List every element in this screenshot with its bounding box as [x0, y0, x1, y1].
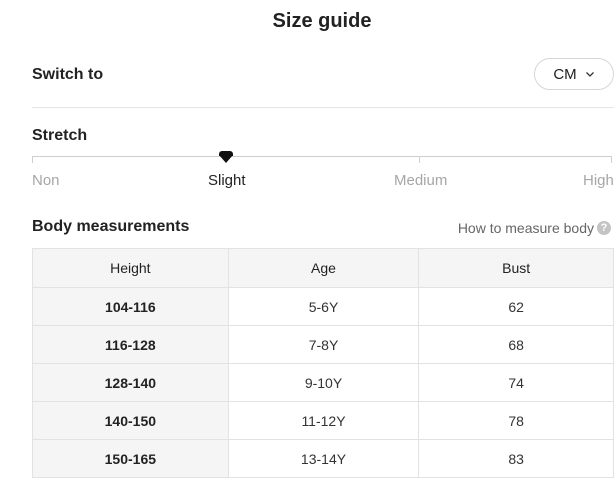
table-row: 140-150 11-12Y 78: [32, 401, 614, 440]
height-cell: 128-140: [32, 363, 229, 402]
unit-dropdown[interactable]: CM: [534, 58, 614, 90]
bust-cell: 74: [418, 363, 614, 402]
stretch-marker-pointer: [219, 155, 233, 163]
size-guide-panel: Size guide Switch to CM Stretch Non Slig…: [0, 0, 616, 488]
divider: [32, 107, 614, 108]
page-title: Size guide: [272, 10, 372, 32]
stretch-label: Stretch: [32, 127, 88, 144]
stretch-tick: [419, 156, 420, 163]
how-to-measure-link[interactable]: How to measure body ?: [458, 220, 611, 236]
bust-cell: 62: [418, 287, 614, 326]
age-cell: 11-12Y: [227, 401, 420, 440]
age-cell: 9-10Y: [227, 363, 420, 402]
table-row: 104-116 5-6Y 62: [32, 287, 614, 326]
body-measurements-label: Body measurements: [32, 218, 190, 235]
switch-label: Switch to: [32, 66, 104, 83]
stretch-tick: [611, 156, 612, 163]
height-cell: 104-116: [32, 287, 229, 326]
bust-cell: 83: [418, 439, 614, 478]
column-header-height: Height: [32, 248, 229, 288]
how-to-measure-text: How to measure body: [457, 220, 594, 236]
age-cell: 13-14Y: [227, 439, 420, 478]
stretch-option-slight: Slight: [208, 172, 246, 189]
unit-switch-row: Switch to CM: [32, 58, 614, 92]
table-row: 128-140 9-10Y 74: [32, 363, 614, 402]
height-cell: 116-128: [32, 325, 229, 364]
question-icon: ?: [597, 221, 611, 235]
measurement-table: Height Age Bust 104-116 5-6Y 62 116-128 …: [32, 248, 614, 478]
column-header-bust: Bust: [418, 248, 614, 288]
age-cell: 7-8Y: [227, 325, 420, 364]
unit-value: CM: [553, 65, 577, 83]
table-row: 116-128 7-8Y 68: [32, 325, 614, 364]
stretch-tick: [32, 156, 33, 163]
height-cell: 150-165: [32, 439, 229, 478]
column-header-age: Age: [227, 248, 420, 288]
table-header-row: Height Age Bust: [32, 248, 614, 288]
body-measurements-header: Body measurements How to measure body ?: [32, 218, 614, 240]
table-row: 150-165 13-14Y 83: [32, 439, 614, 478]
stretch-option-non: Non: [32, 172, 60, 189]
age-cell: 5-6Y: [227, 287, 420, 326]
bust-cell: 68: [418, 325, 614, 364]
chevron-down-icon: [585, 72, 594, 77]
stretch-option-medium: Medium: [394, 172, 448, 189]
bust-cell: 78: [418, 401, 614, 440]
stretch-option-high: High: [583, 172, 614, 189]
stretch-scale-track: [32, 156, 612, 157]
height-cell: 140-150: [32, 401, 229, 440]
